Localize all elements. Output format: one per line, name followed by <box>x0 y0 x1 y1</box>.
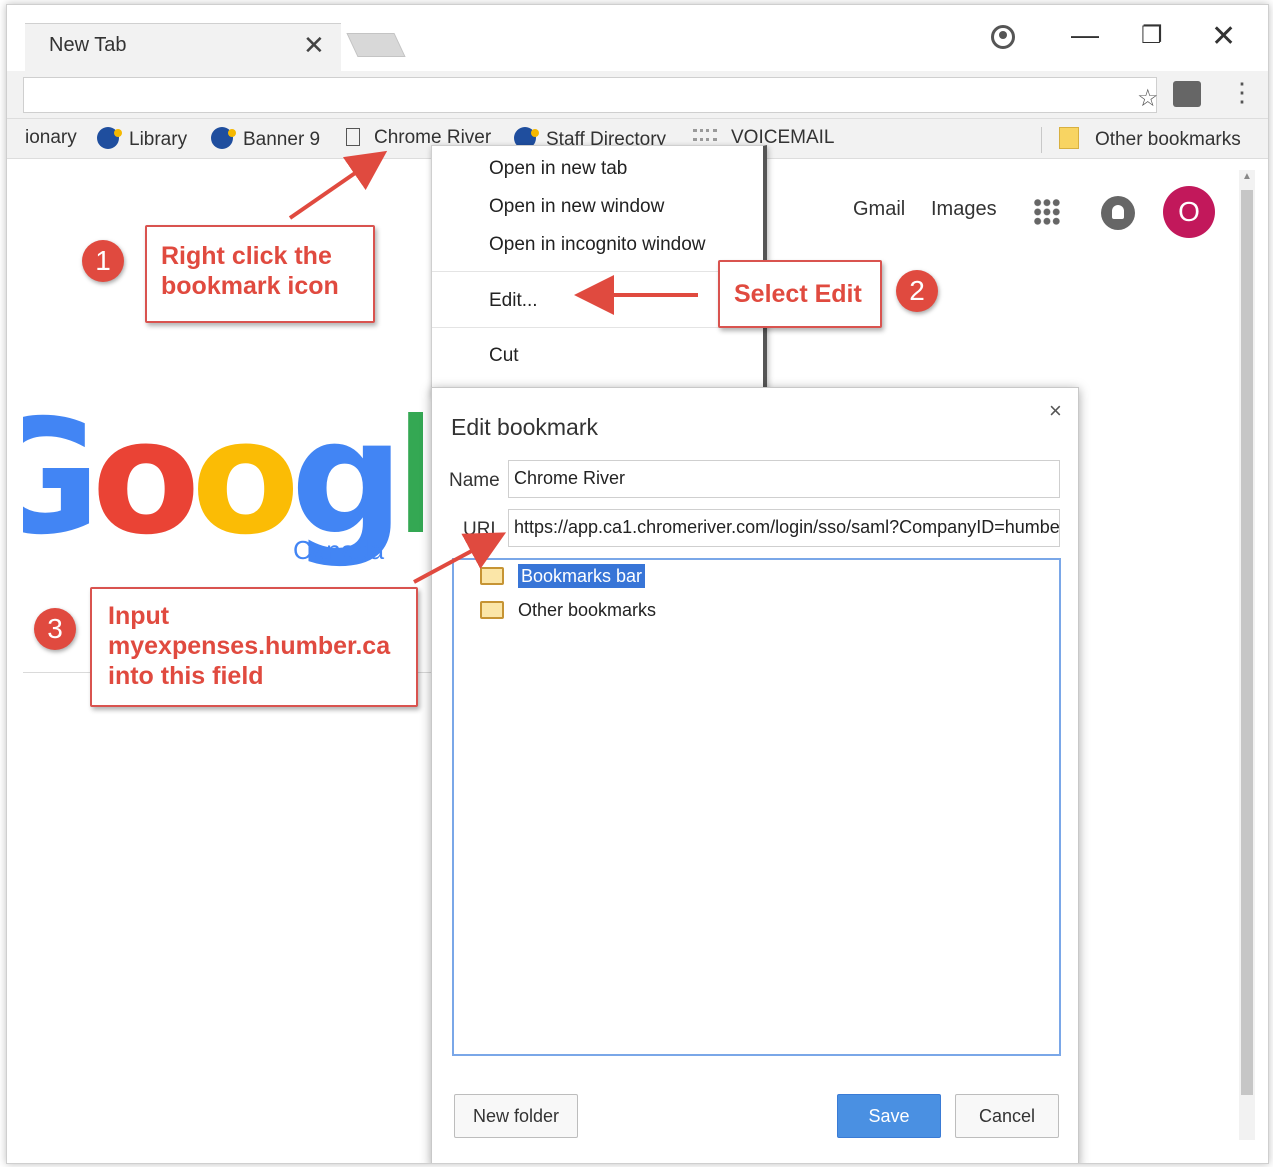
restore-button[interactable]: ❐ <box>1141 21 1163 50</box>
logo-subtitle: Canada <box>293 535 385 565</box>
folder-open-icon <box>480 567 504 585</box>
step-3-callout: Input myexpenses.humber.ca into this fie… <box>90 587 418 707</box>
bookmark-library[interactable]: Library <box>97 127 187 151</box>
menu-separator <box>432 271 764 272</box>
extension-icon[interactable] <box>1173 81 1201 107</box>
humber-logo-icon <box>97 127 122 149</box>
callout-text: into this field <box>108 662 264 690</box>
voicemail-icon <box>693 129 717 141</box>
bookmark-label: Library <box>129 129 188 150</box>
name-field[interactable]: Chrome River <box>508 460 1060 498</box>
scrollbar-thumb[interactable] <box>1241 190 1253 1095</box>
step-2-callout: Select Edit <box>718 260 882 328</box>
bookmark-banner-9[interactable]: Banner 9 <box>211 127 320 151</box>
step-1-callout: Right click the bookmark icon <box>145 225 375 323</box>
humber-logo-icon <box>211 127 236 149</box>
bookmark-label: Banner 9 <box>243 129 321 150</box>
page-icon <box>346 128 360 146</box>
new-folder-button[interactable]: New folder <box>454 1094 578 1138</box>
bookmarks-separator <box>1041 127 1042 153</box>
folder-icon <box>480 601 504 619</box>
apps-grid-icon[interactable] <box>1033 198 1061 226</box>
menu-item-open-new-window[interactable]: Open in new window <box>489 196 664 218</box>
folder-tree[interactable]: Bookmarks bar Other bookmarks <box>452 558 1061 1056</box>
tab-new-tab[interactable]: New Tab ✕ <box>25 23 341 71</box>
other-bookmarks[interactable]: Other bookmarks <box>1059 127 1241 151</box>
star-icon[interactable]: ☆ <box>1137 84 1159 113</box>
minimize-button[interactable]: — <box>1071 19 1099 51</box>
menu-item-open-new-tab[interactable]: Open in new tab <box>489 158 627 180</box>
name-label: Name <box>449 470 500 491</box>
tree-item-other-bookmarks[interactable]: Other bookmarks <box>480 600 656 621</box>
tree-item-label: Other bookmarks <box>518 600 657 620</box>
other-bookmarks-label: Other bookmarks <box>1095 129 1241 150</box>
bookmark-dictionary[interactable]: ionary <box>25 127 77 149</box>
new-tab-button[interactable] <box>346 33 406 57</box>
address-bar[interactable]: ☆ <box>23 77 1159 113</box>
close-window-button[interactable]: ✕ <box>1211 19 1236 54</box>
toolbar: ☆ ⋮ <box>7 71 1268 119</box>
tab-strip: New Tab ✕ — ❐ ✕ <box>7 5 1268 71</box>
menu-separator <box>432 327 764 328</box>
callout-text: bookmark icon <box>161 272 339 300</box>
url-field[interactable]: https://app.ca1.chromeriver.com/login/ss… <box>508 509 1060 547</box>
bookmark-label: ionary <box>25 127 77 148</box>
images-link[interactable]: Images <box>931 198 997 221</box>
menu-item-edit[interactable]: Edit... <box>489 290 538 312</box>
callout-text: Input <box>108 602 170 630</box>
tab-title: New Tab <box>49 34 127 56</box>
tab-close-icon[interactable]: ✕ <box>303 30 325 61</box>
profile-icon[interactable] <box>991 25 1015 49</box>
url-label: URL <box>463 519 502 540</box>
step-2-badge: 2 <box>896 270 938 312</box>
menu-item-cut[interactable]: Cut <box>489 345 519 367</box>
account-avatar[interactable]: O <box>1163 186 1215 238</box>
callout-text: Right click the <box>161 242 332 270</box>
tree-item-bookmarks-bar[interactable]: Bookmarks bar <box>480 564 646 588</box>
save-button[interactable]: Save <box>837 1094 941 1138</box>
tree-item-label: Bookmarks bar <box>518 564 646 588</box>
edit-bookmark-dialog: Edit bookmark × Name Chrome River URL ht… <box>431 387 1079 1163</box>
browser-window: New Tab ✕ — ❐ ✕ ☆ ⋮ ionary Library Banne… <box>6 4 1269 1164</box>
menu-item-open-incognito[interactable]: Open in incognito window <box>489 234 706 256</box>
scroll-up-icon[interactable]: ▲ <box>1242 171 1252 182</box>
dialog-title: Edit bookmark <box>451 414 599 440</box>
folder-icon <box>1059 127 1079 149</box>
cancel-button[interactable]: Cancel <box>955 1094 1059 1138</box>
gmail-link[interactable]: Gmail <box>853 198 905 221</box>
step-1-badge: 1 <box>82 240 124 282</box>
callout-text: myexpenses.humber.ca <box>108 632 391 660</box>
bookmark-context-menu: Open in new tab Open in new window Open … <box>431 145 767 395</box>
step-3-badge: 3 <box>34 608 76 650</box>
notifications-bell-icon[interactable] <box>1101 196 1135 230</box>
dialog-close-icon[interactable]: × <box>1049 398 1062 424</box>
menu-icon[interactable]: ⋮ <box>1229 77 1255 108</box>
